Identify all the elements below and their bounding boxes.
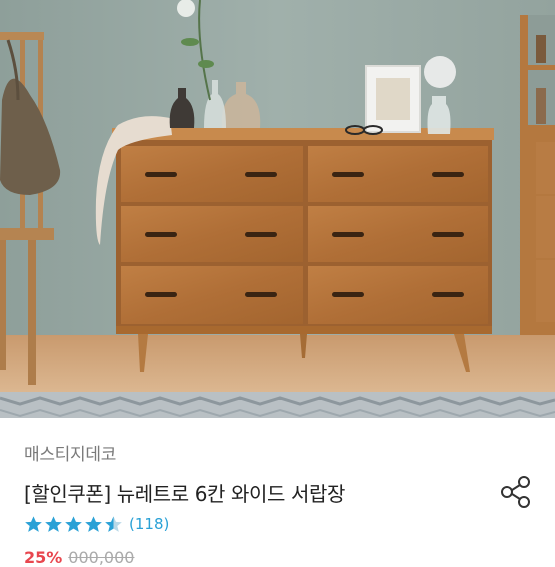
star-icon [25, 515, 42, 532]
product-title: [할인쿠폰] 뉴레트로 6칸 와이드 서랍장 [24, 482, 345, 506]
original-price: 000,000 [68, 548, 135, 567]
share-icon [501, 476, 530, 508]
rating-row[interactable]: (118) [24, 513, 169, 535]
review-count[interactable]: (118) [129, 515, 169, 533]
product-photo [0, 0, 555, 418]
star-rating [24, 515, 123, 534]
brand-name[interactable]: 매스티지데코 [24, 440, 116, 465]
star-half-icon [105, 515, 122, 532]
star-icon [85, 515, 102, 532]
product-image[interactable] [0, 0, 555, 418]
share-button[interactable] [496, 471, 536, 511]
price-row: 25% 000,000 [24, 548, 134, 567]
discount-percent: 25% [24, 548, 63, 567]
star-icon [65, 515, 82, 532]
product-info: 매스티지데코 [할인쿠폰] 뉴레트로 6칸 와이드 서랍장 (118) 25% 0… [0, 418, 555, 567]
star-icon [45, 515, 62, 532]
